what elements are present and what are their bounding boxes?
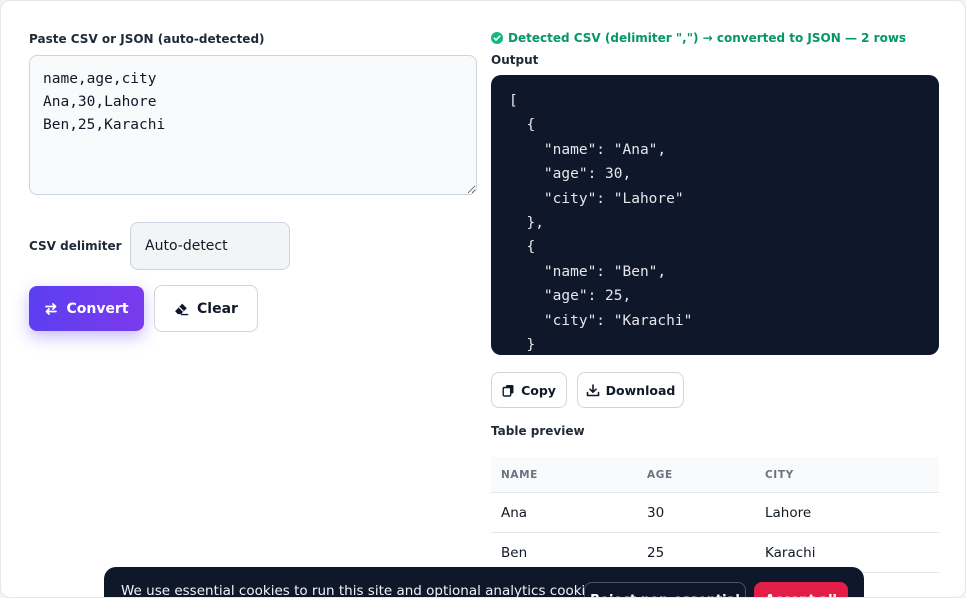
clear-button-label: Clear [197, 300, 238, 317]
copy-button-label: Copy [521, 382, 556, 398]
cell-age: 30 [647, 504, 665, 521]
status-text: Detected CSV (delimiter ",") → converted… [508, 31, 907, 45]
column-header-city: CITY [765, 468, 794, 481]
preview-table: NAME AGE CITY Ana 30 Lahore Ben 25 Karac… [491, 457, 939, 573]
copy-button[interactable]: Copy [491, 372, 567, 408]
column-header-name: NAME [501, 468, 538, 481]
delimiter-select[interactable]: Auto-detect [130, 222, 290, 270]
csv-json-input[interactable] [29, 55, 477, 195]
reject-cookies-button[interactable]: Reject non-essential [584, 582, 746, 597]
clear-button[interactable]: Clear [154, 285, 258, 332]
input-label: Paste CSV or JSON (auto-detected) [29, 32, 265, 46]
cookie-banner-text: We use essential cookies to run this sit… [121, 583, 601, 598]
table-preview-label: Table preview [491, 424, 585, 438]
delimiter-label: CSV delimiter [29, 239, 122, 253]
cell-city: Karachi [765, 544, 816, 561]
cell-age: 25 [647, 544, 665, 561]
column-header-age: AGE [647, 468, 673, 481]
converter-card: Paste CSV or JSON (auto-detected) CSV de… [0, 0, 966, 598]
json-output-text: [ { "name": "Ana", "age": 30, "city": "L… [509, 93, 693, 354]
cell-name: Ben [501, 544, 528, 561]
check-circle-icon [491, 32, 503, 44]
download-button[interactable]: Download [577, 372, 684, 408]
cell-city: Lahore [765, 504, 812, 521]
copy-icon [502, 384, 515, 397]
download-button-label: Download [605, 382, 676, 398]
delimiter-value: Auto-detect [145, 238, 228, 254]
convert-button-label: Convert [66, 300, 129, 317]
convert-button[interactable]: Convert [29, 286, 144, 331]
detection-status: Detected CSV (delimiter ",") → converted… [491, 31, 906, 45]
table-header: NAME AGE CITY [491, 457, 939, 493]
table-row: Ana 30 Lahore [491, 493, 939, 533]
cookie-banner: We use essential cookies to run this sit… [104, 567, 864, 598]
download-icon [586, 383, 600, 397]
json-output[interactable]: [ { "name": "Ana", "age": 30, "city": "L… [491, 75, 939, 355]
eraser-icon [174, 302, 189, 316]
accept-cookies-button[interactable]: Accept all [754, 582, 848, 597]
cell-name: Ana [501, 504, 528, 521]
output-label: Output [491, 53, 539, 67]
swap-arrows-icon [44, 302, 58, 316]
